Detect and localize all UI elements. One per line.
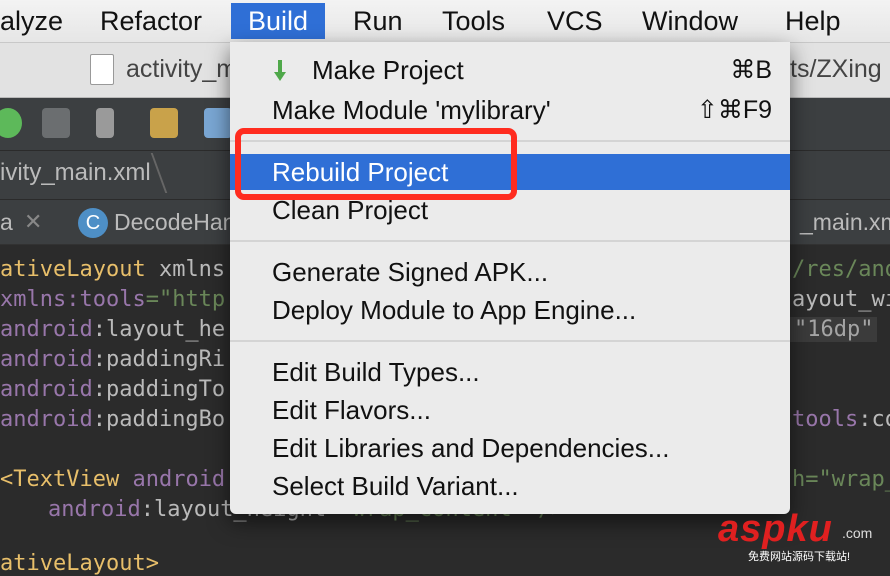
code-tag: ativeLayout> (0, 551, 159, 576)
menu-item-edit-flavors[interactable]: Edit Flavors... (230, 392, 790, 428)
menu-item-label: Rebuild Project (272, 157, 449, 187)
device-icon[interactable] (96, 108, 114, 138)
menu-item-edit-libraries[interactable]: Edit Libraries and Dependencies... (230, 430, 790, 466)
code-line: android:layout_he (0, 317, 225, 342)
code-string: h="wrap_ (792, 467, 890, 492)
code-attr: :paddingTo (92, 377, 226, 402)
watermark-main: aspku (718, 508, 833, 550)
menu-item-label: Clean Project (272, 195, 429, 225)
code-folded-value: "16dp" (790, 317, 878, 342)
menu-window[interactable]: Window (642, 3, 738, 39)
tab-activity-main[interactable]: _main.xm (800, 206, 890, 238)
tab-decodehandler[interactable]: DecodeHan (114, 206, 235, 238)
code-attr: :co (858, 407, 890, 432)
code-line-right: h="wrap_ (792, 467, 890, 492)
menu-item-label: Edit Libraries and Dependencies... (272, 433, 670, 463)
code-line-right: /res/and (792, 257, 890, 282)
menu-item-label: Generate Signed APK... (272, 257, 549, 287)
code-attr: :layout_he (92, 317, 226, 342)
code-line: android:paddingRi (0, 347, 225, 372)
debug-bug-icon[interactable] (0, 108, 22, 138)
menu-vcs[interactable]: VCS (547, 3, 603, 39)
tab-label-a[interactable]: a (0, 206, 13, 238)
window-title-filename: activity_m (126, 55, 238, 83)
window-title-path: ts/ZXing (790, 55, 882, 83)
code-ns: xmlns:tools (0, 287, 146, 312)
code-line: ativeLayout> (0, 551, 159, 576)
menu-item-clean-project[interactable]: Clean Project (230, 192, 790, 228)
menu-item-label: Edit Flavors... (272, 395, 431, 425)
menu-analyze[interactable]: alyze (0, 3, 63, 39)
watermark-logo: aspku .com 免费网站源码下载站! (718, 508, 888, 564)
menu-item-edit-build-types[interactable]: Edit Build Types... (230, 354, 790, 390)
code-text: xmlns (145, 257, 226, 282)
code-line: android:paddingTo (0, 377, 225, 402)
code-ns: android (119, 467, 226, 492)
code-line: ativeLayout xmlns (0, 257, 225, 282)
menu-bar: alyze Refactor Build Run Tools VCS Windo… (0, 0, 890, 43)
menu-separator (230, 140, 790, 142)
build-menu-dropdown: Make Project ⌘B Make Module 'mylibrary' … (230, 42, 790, 514)
sdk-manager-icon[interactable] (204, 108, 232, 138)
code-line: <TextView android (0, 467, 225, 492)
menu-refactor[interactable]: Refactor (100, 3, 202, 39)
code-string: /res/and (792, 257, 890, 282)
menu-item-label: Select Build Variant... (272, 471, 519, 501)
menu-separator (230, 240, 790, 242)
attach-debugger-icon[interactable] (42, 108, 70, 138)
code-attr: :paddingBo (92, 407, 226, 432)
menu-help[interactable]: Help (785, 3, 841, 39)
menu-item-shortcut: ⇧⌘F9 (696, 96, 772, 124)
menu-item-make-module[interactable]: Make Module 'mylibrary' ⇧⌘F9 (230, 92, 790, 128)
menu-run[interactable]: Run (353, 3, 403, 39)
menu-item-label: Make Module 'mylibrary' (272, 95, 551, 125)
code-ns: android (0, 407, 93, 432)
breadcrumb-file[interactable]: ivity_main.xml (0, 159, 151, 187)
close-icon[interactable]: ✕ (24, 206, 42, 238)
menu-item-shortcut: ⌘B (730, 56, 772, 84)
menu-item-label: Edit Build Types... (272, 357, 480, 387)
make-arrow-icon (274, 60, 286, 81)
code-line-right: tools:co (792, 407, 890, 432)
code-tag: ativeLayout (0, 257, 146, 282)
menu-tools[interactable]: Tools (442, 3, 505, 39)
code-ns: android (0, 347, 93, 372)
watermark-domain: .com (842, 525, 873, 541)
menu-item-make-project[interactable]: Make Project ⌘B (230, 52, 790, 88)
menu-item-select-build-variant[interactable]: Select Build Variant... (230, 468, 790, 504)
code-line: xmlns:tools="http (0, 287, 225, 312)
code-ns: tools (792, 407, 859, 432)
code-tag: <TextView (0, 467, 120, 492)
code-line-right: "16dp" (790, 317, 878, 342)
menu-item-label: Make Project (312, 55, 464, 85)
code-ns: android (48, 497, 141, 522)
code-line-right: ayout_wid (792, 287, 890, 312)
code-ns: android (0, 317, 93, 342)
code-string: ="http (145, 287, 226, 312)
code-attr: ayout_wid (792, 287, 890, 312)
watermark-subtitle: 免费网站源码下载站! (748, 551, 851, 563)
document-icon (90, 54, 114, 85)
class-c-icon: C (78, 208, 108, 238)
menu-item-deploy-app-engine[interactable]: Deploy Module to App Engine... (230, 292, 790, 328)
project-structure-icon[interactable] (150, 108, 178, 138)
code-ns: android (0, 377, 93, 402)
code-line: android:paddingBo (0, 407, 225, 432)
menu-item-generate-signed-apk[interactable]: Generate Signed APK... (230, 254, 790, 290)
menu-separator (230, 340, 790, 342)
code-attr: :paddingRi (92, 347, 226, 372)
menu-item-rebuild-project[interactable]: Rebuild Project (230, 154, 790, 190)
menu-item-label: Deploy Module to App Engine... (272, 295, 637, 325)
menu-build[interactable]: Build (231, 3, 326, 39)
